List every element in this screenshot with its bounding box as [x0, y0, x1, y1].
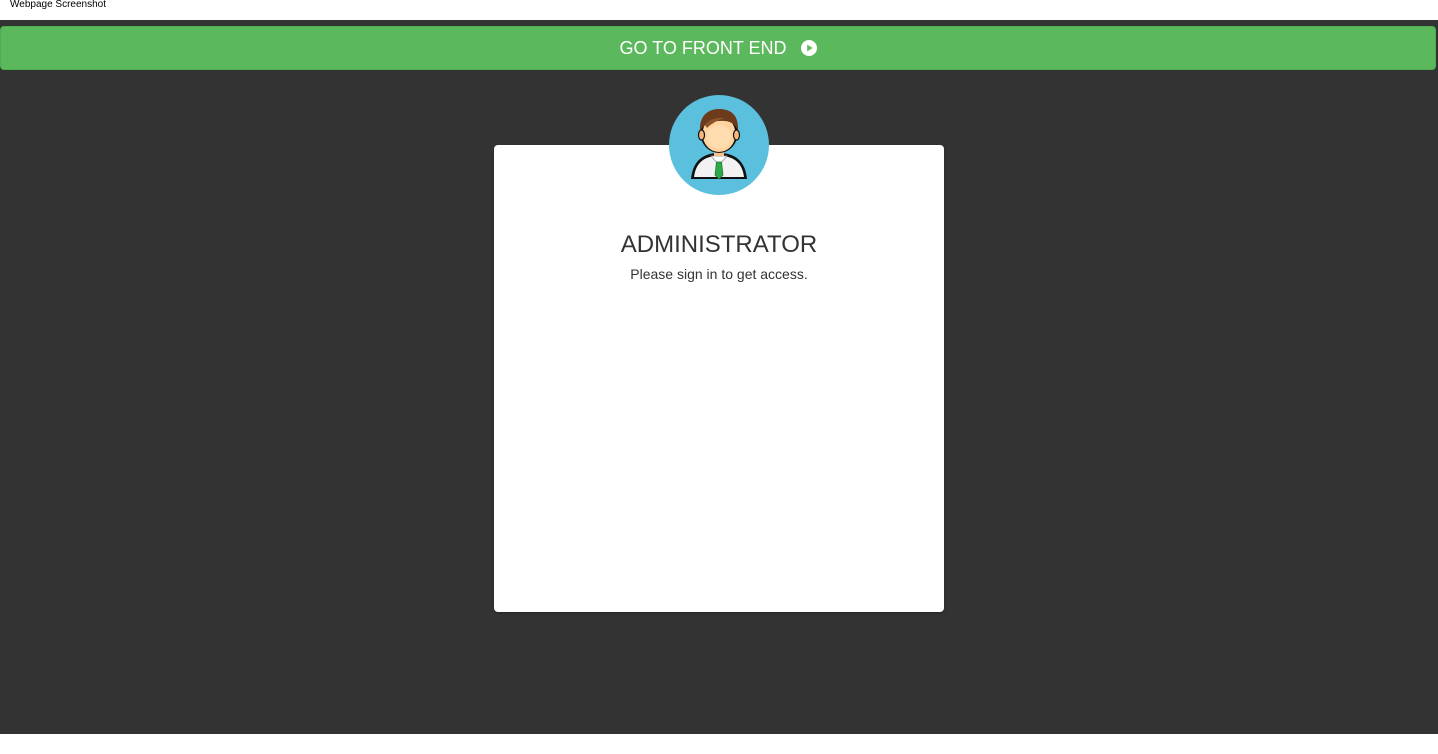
page-background: GO TO FRONT END ADMINISTRATOR Please sig…: [0, 20, 1438, 734]
login-title: ADMINISTRATOR: [620, 231, 818, 258]
window-title-bar: Webpage Screenshot: [0, 0, 1438, 20]
play-circle-icon: [800, 40, 817, 56]
window-title: Webpage Screenshot: [10, 0, 106, 10]
admin-user-avatar-icon: [669, 95, 769, 195]
login-subtitle: Please sign in to get access.: [630, 266, 808, 282]
go-to-front-end-label: GO TO FRONT END: [619, 37, 787, 58]
bottom-strip: [0, 734, 1438, 754]
login-card: ADMINISTRATOR Please sign in to get acce…: [494, 145, 944, 612]
login-form: [534, 315, 904, 575]
go-to-front-end-button[interactable]: GO TO FRONT END: [0, 26, 1436, 70]
